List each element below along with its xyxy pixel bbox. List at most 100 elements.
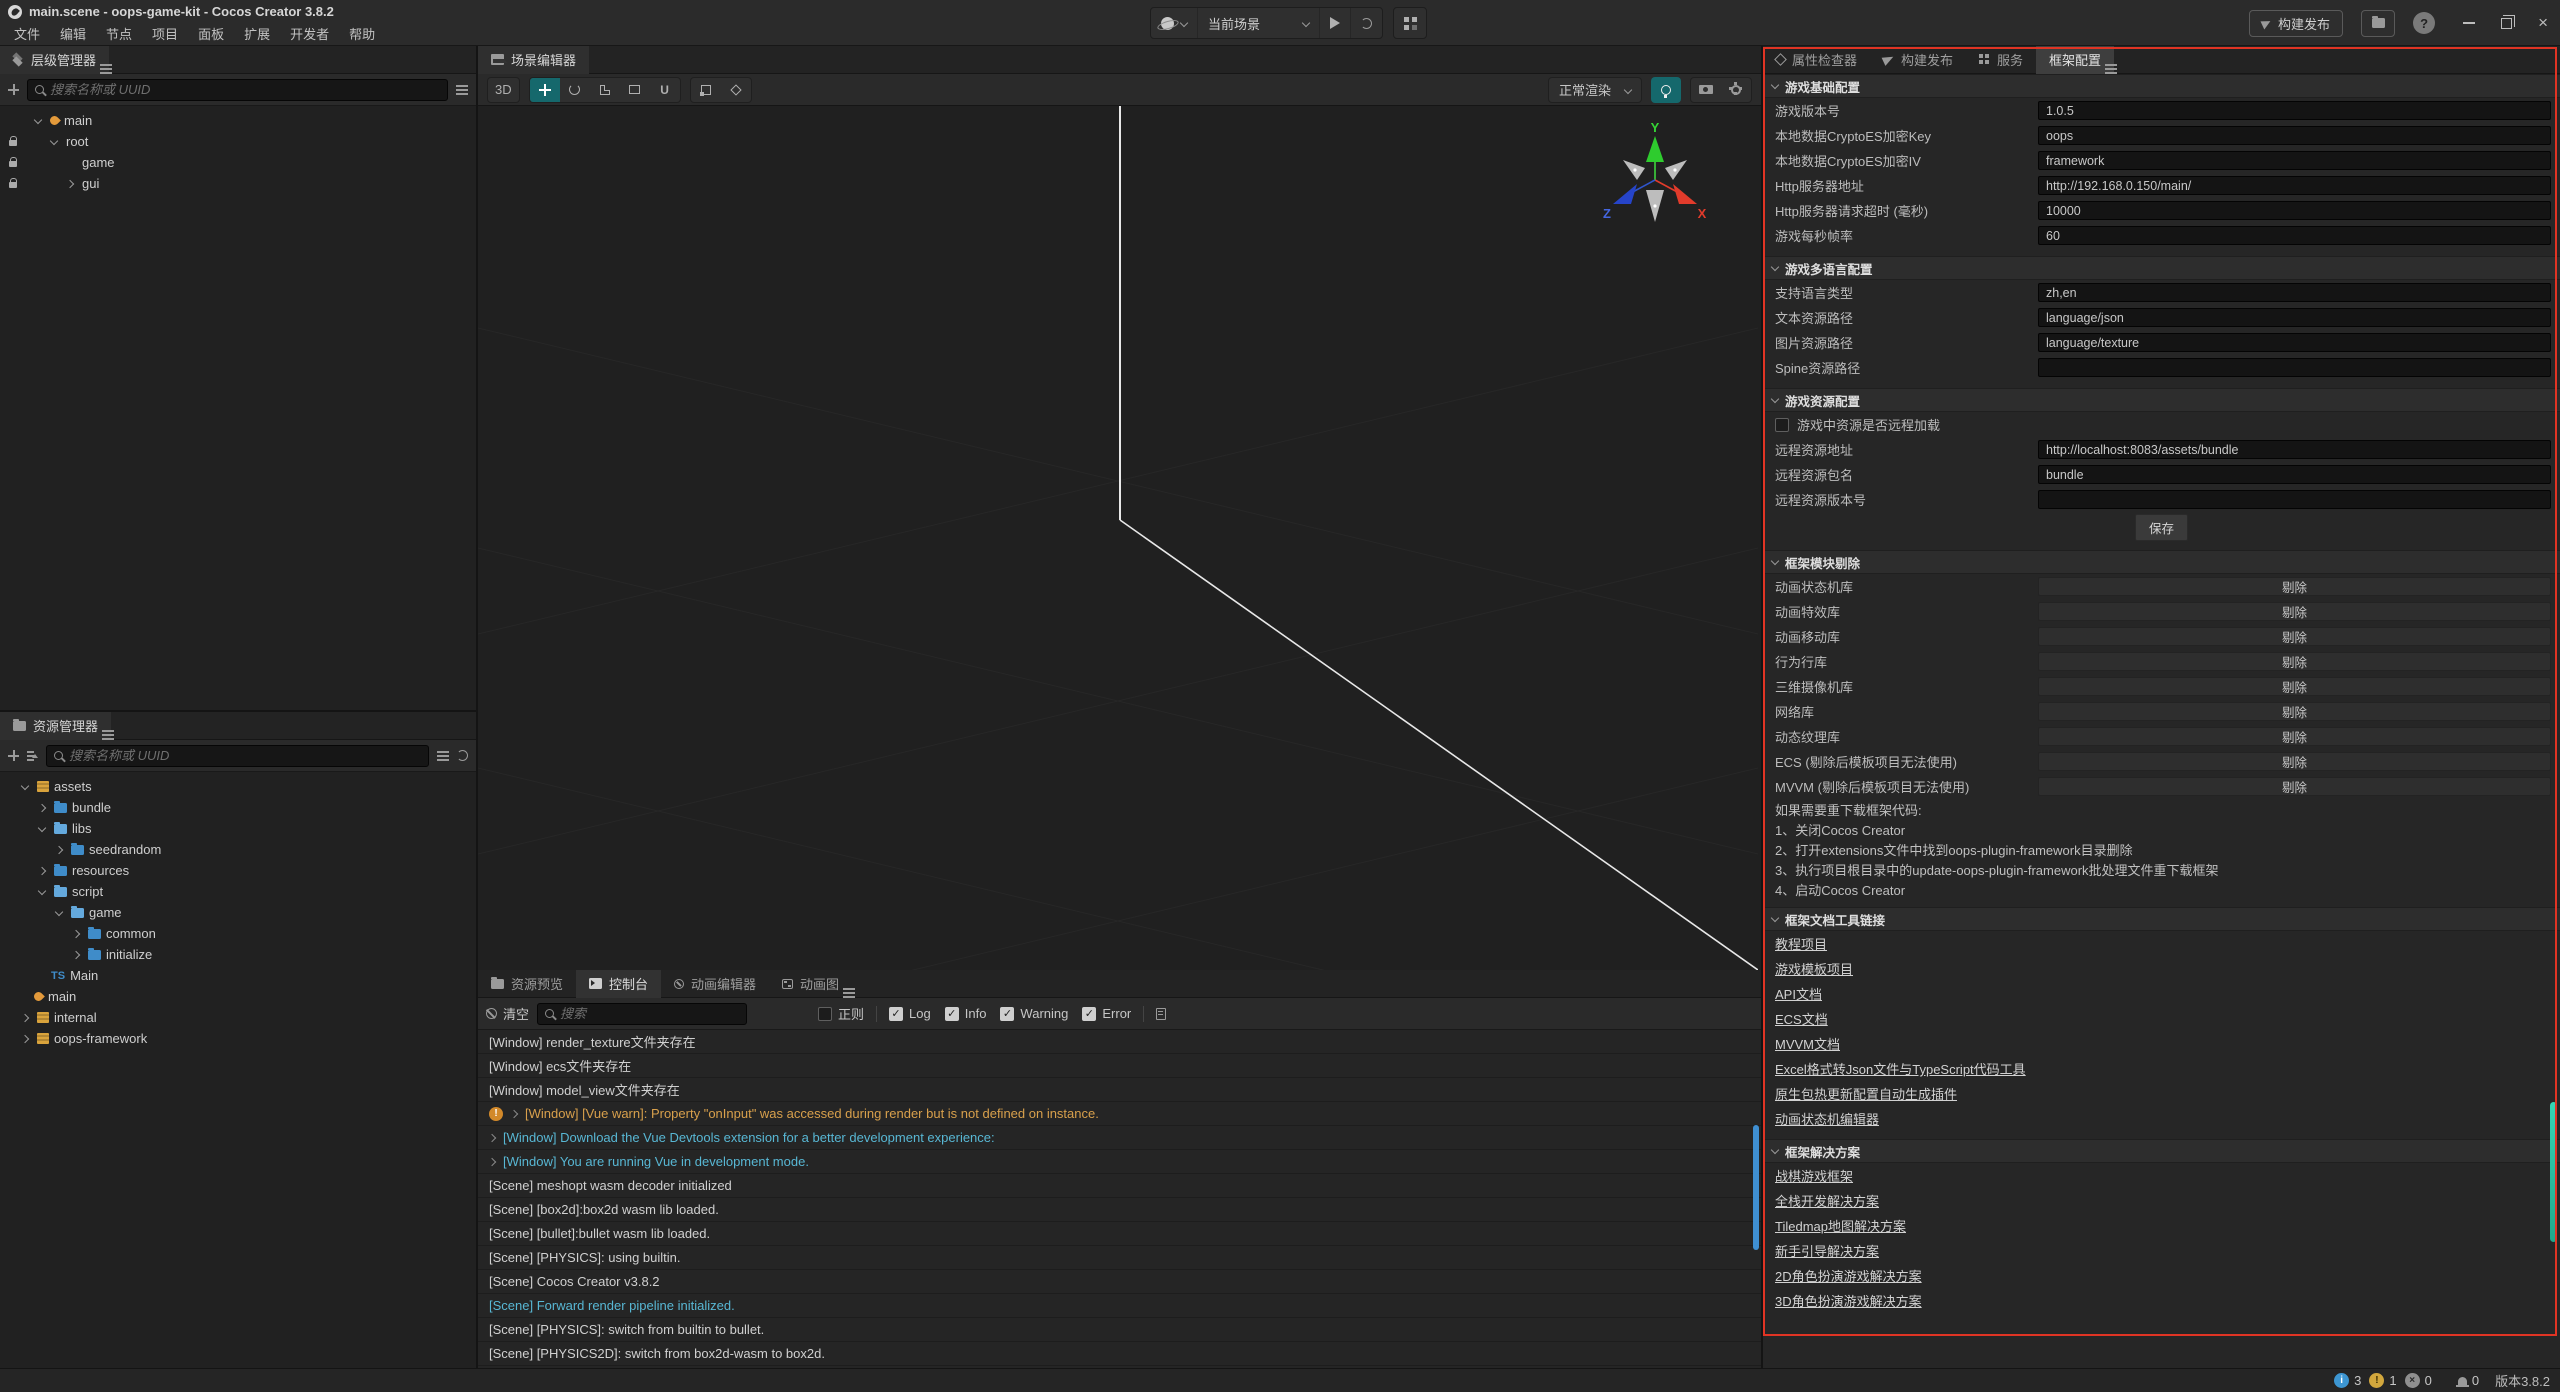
menu-item-文件[interactable]: 文件 xyxy=(4,23,50,46)
hierarchy-node-game[interactable]: game xyxy=(0,152,476,173)
asset-item-bundle[interactable]: bundle xyxy=(0,797,476,818)
doc-link-动画状态机编辑器[interactable]: 动画状态机编辑器 xyxy=(1775,1109,1879,1128)
inspector-scrollbar[interactable] xyxy=(2550,1102,2557,1242)
asset-item-common[interactable]: common xyxy=(0,923,476,944)
create-asset-button[interactable] xyxy=(8,750,19,761)
hierarchy-node-root[interactable]: root xyxy=(0,131,476,152)
input-文本资源路径[interactable] xyxy=(2038,308,2551,327)
sort-assets-icon[interactable] xyxy=(27,750,38,761)
console-log-row[interactable]: [Scene] Cocos Creator v3.8.2 xyxy=(478,1270,1761,1294)
input-远程资源包名[interactable] xyxy=(2038,465,2551,484)
input-支持语言类型[interactable] xyxy=(2038,283,2551,302)
lighting-toggle-button[interactable] xyxy=(1651,77,1681,103)
input-远程资源地址[interactable] xyxy=(2038,440,2551,459)
expand-chevron-icon[interactable] xyxy=(510,1109,518,1117)
console-search-input[interactable] xyxy=(560,1006,739,1021)
asset-item-Main[interactable]: TSMain xyxy=(0,965,476,986)
expand-chevron-icon[interactable] xyxy=(488,1157,496,1165)
chevron-expanded-icon[interactable] xyxy=(20,781,28,789)
checkbox-Info[interactable]: ✓ xyxy=(945,1007,959,1021)
doc-link-游戏模板项目[interactable]: 游戏模板项目 xyxy=(1775,959,1853,978)
input-Spine资源路径[interactable] xyxy=(2038,358,2551,377)
hierarchy-node-gui[interactable]: gui xyxy=(0,173,476,194)
console-log-row[interactable]: [Scene] [box2d]:box2d wasm lib loaded. xyxy=(478,1198,1761,1222)
status-error-counter[interactable]: × 0 xyxy=(2405,1373,2432,1388)
device-preview-button[interactable] xyxy=(1393,7,1427,39)
chevron-collapsed-icon[interactable] xyxy=(20,1034,28,1042)
remove-module-button[interactable]: 剔除 xyxy=(2038,577,2551,596)
preview-device-dropdown[interactable] xyxy=(1151,8,1198,38)
create-node-button[interactable] xyxy=(8,84,19,95)
scale-tool-button[interactable] xyxy=(590,77,620,103)
console-log-row[interactable]: ![Window] [Vue warn]: Property "onInput"… xyxy=(478,1102,1761,1126)
asset-item-libs[interactable]: libs xyxy=(0,818,476,839)
assets-search-input[interactable] xyxy=(69,748,421,763)
axis-gizmo[interactable]: Y X Z xyxy=(1597,122,1713,234)
scene-camera-button[interactable] xyxy=(1691,77,1721,103)
doc-link-教程项目[interactable]: 教程项目 xyxy=(1775,934,1827,953)
filter-Log[interactable]: ✓Log xyxy=(889,1006,931,1021)
doc-link-新手引导解决方案[interactable]: 新手引导解决方案 xyxy=(1775,1241,1879,1260)
scene-settings-button[interactable] xyxy=(1721,77,1751,103)
remove-module-button[interactable]: 剔除 xyxy=(2038,777,2551,796)
remove-module-button[interactable]: 剔除 xyxy=(2038,752,2551,771)
doc-link-全栈开发解决方案[interactable]: 全栈开发解决方案 xyxy=(1775,1191,1879,1210)
console-log-row[interactable]: [Scene] [PHYSICS]: switch from builtin t… xyxy=(478,1318,1761,1342)
asset-item-oops-framework[interactable]: oops-framework xyxy=(0,1028,476,1049)
help-button[interactable]: ? xyxy=(2413,12,2435,34)
input-本地数据CryptoES加密IV[interactable] xyxy=(2038,151,2551,170)
chevron-collapsed-icon[interactable] xyxy=(20,1013,28,1021)
asset-item-internal[interactable]: internal xyxy=(0,1007,476,1028)
doc-link-MVVM文档[interactable]: MVVM文档 xyxy=(1775,1034,1840,1053)
checkbox-Warning[interactable]: ✓ xyxy=(1000,1007,1014,1021)
assets-menu-icon[interactable] xyxy=(102,730,114,740)
hierarchy-filter-icon[interactable] xyxy=(456,85,468,95)
inspector-tab-服务[interactable]: 服务 xyxy=(1966,46,2036,74)
assets-tab[interactable]: 资源管理器 xyxy=(0,712,111,740)
status-info-counter[interactable]: i 3 xyxy=(2334,1373,2361,1388)
doc-link-3D角色扮演游戏解决方案[interactable]: 3D角色扮演游戏解决方案 xyxy=(1775,1291,1922,1310)
clear-console-button[interactable]: 清空 xyxy=(486,1004,529,1023)
remove-module-button[interactable]: 剔除 xyxy=(2038,627,2551,646)
doc-link-2D角色扮演游戏解决方案[interactable]: 2D角色扮演游戏解决方案 xyxy=(1775,1266,1922,1285)
doc-link-战棋游戏框架[interactable]: 战棋游戏框架 xyxy=(1775,1166,1853,1185)
build-publish-button[interactable]: 构建发布 xyxy=(2249,10,2343,37)
chevron-expanded-icon[interactable] xyxy=(33,115,41,123)
checkbox-Log[interactable]: ✓ xyxy=(889,1007,903,1021)
section-header-游戏多语言配置[interactable]: 游戏多语言配置 xyxy=(1763,256,2560,280)
doc-link-Tiledmap地图解决方案[interactable]: Tiledmap地图解决方案 xyxy=(1775,1216,1906,1235)
regex-checkbox[interactable] xyxy=(818,1007,832,1021)
scene-editor-tab[interactable]: 场景编辑器 xyxy=(478,46,589,74)
3d-toggle-button[interactable]: 3D xyxy=(488,77,519,103)
scene-viewport[interactable]: Y X Z xyxy=(478,106,1761,970)
chevron-collapsed-icon[interactable] xyxy=(71,929,79,937)
remote-load-checkbox[interactable] xyxy=(1775,418,1789,432)
menu-item-节点[interactable]: 节点 xyxy=(96,23,142,46)
hierarchy-menu-icon[interactable] xyxy=(100,64,112,74)
rotate-tool-button[interactable] xyxy=(560,77,590,103)
remove-module-button[interactable]: 剔除 xyxy=(2038,727,2551,746)
remove-module-button[interactable]: 剔除 xyxy=(2038,602,2551,621)
menu-item-编辑[interactable]: 编辑 xyxy=(50,23,96,46)
console-log-row[interactable]: [Scene] meshopt wasm decoder initialized xyxy=(478,1174,1761,1198)
filter-Warning[interactable]: ✓Warning xyxy=(1000,1006,1068,1021)
close-button[interactable]: × xyxy=(2538,17,2548,29)
asset-item-main[interactable]: main xyxy=(0,986,476,1007)
input-图片资源路径[interactable] xyxy=(2038,333,2551,352)
console-log-row[interactable]: [Window] model_view文件夹存在 xyxy=(478,1078,1761,1102)
menu-item-帮助[interactable]: 帮助 xyxy=(339,23,385,46)
expand-chevron-icon[interactable] xyxy=(488,1133,496,1141)
chevron-expanded-icon[interactable] xyxy=(49,136,57,144)
inspector-tab-构建发布[interactable]: 构建发布 xyxy=(1870,46,1966,74)
asset-item-resources[interactable]: resources xyxy=(0,860,476,881)
hierarchy-node-main[interactable]: main xyxy=(0,110,476,131)
inspector-menu-icon[interactable] xyxy=(2105,64,2117,74)
input-游戏版本号[interactable] xyxy=(2038,101,2551,120)
input-游戏每秒帧率[interactable] xyxy=(2038,226,2551,245)
console-tab-控制台[interactable]: 控制台 xyxy=(576,970,661,998)
console-tab-资源预览[interactable]: 资源预览 xyxy=(478,970,576,998)
section-header-游戏基础配置[interactable]: 游戏基础配置 xyxy=(1763,74,2560,98)
coordinate-mode-button[interactable] xyxy=(721,77,751,103)
save-button[interactable]: 保存 xyxy=(2135,514,2188,541)
input-本地数据CryptoES加密Key[interactable] xyxy=(2038,126,2551,145)
